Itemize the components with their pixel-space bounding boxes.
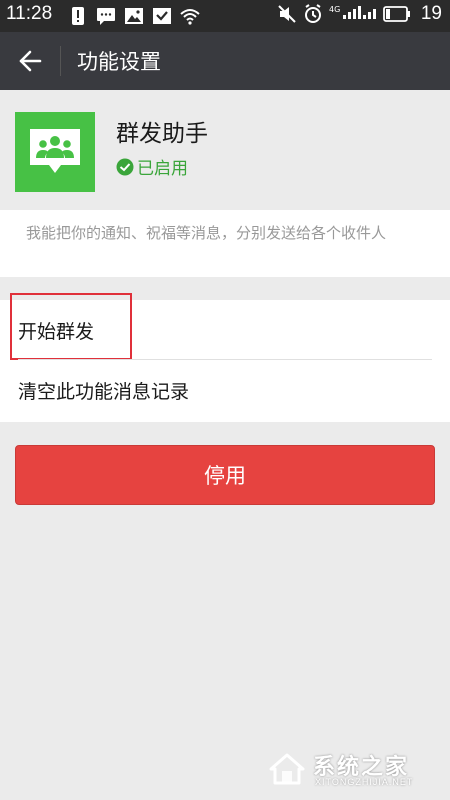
action-menu: 开始群发 清空此功能消息记录 [0, 293, 450, 422]
app-bar: 功能设置 [0, 32, 450, 90]
feature-header: 群发助手 已启用 [0, 90, 450, 210]
disable-button[interactable]: 停用 [15, 445, 435, 505]
signal-icon: 4G [329, 5, 376, 19]
highlight-box [10, 293, 132, 360]
check-circle-icon [116, 158, 134, 175]
description-card: 我能把你的通知、祝福等消息，分别发送给各个收件人 [0, 210, 450, 277]
app-icon [15, 112, 95, 192]
disable-button-label: 停用 [204, 464, 246, 488]
battery-level: 19 [420, 3, 442, 24]
notification-icons [68, 6, 200, 26]
menu-item-start-broadcast[interactable]: 开始群发 [0, 293, 450, 360]
system-icons: 4G 19 [277, 3, 442, 25]
battery-icon [382, 6, 410, 22]
page-title: 功能设置 [77, 50, 161, 74]
app-name: 群发助手 [116, 121, 208, 147]
menu-item-label: 清空此功能消息记录 [18, 381, 190, 403]
alert-icon [72, 7, 84, 25]
wifi-icon [180, 9, 200, 25]
message-icon [97, 8, 115, 25]
status-bar: 11:28 4G 19 [0, 0, 450, 32]
feature-description: 我能把你的通知、祝福等消息，分别发送给各个收件人 [26, 224, 387, 242]
back-button[interactable] [12, 44, 48, 78]
group-chat-icon [30, 129, 80, 173]
status-time: 11:28 [6, 3, 53, 24]
mute-icon [278, 5, 296, 23]
status-badge: 已启用 [116, 154, 188, 179]
arrow-left-icon [19, 50, 42, 72]
watermark: 系统之家 XITONGZHIJIA.NET [267, 747, 442, 792]
image-icon [125, 8, 143, 24]
mail-check-icon [153, 8, 171, 24]
appbar-divider [60, 46, 61, 76]
status-text: 已启用 [137, 159, 188, 179]
watermark-subtitle: XITONGZHIJIA.NET [315, 777, 414, 787]
menu-item-clear-history[interactable]: 清空此功能消息记录 [0, 360, 450, 420]
house-logo-icon [269, 753, 305, 785]
alarm-icon [304, 4, 321, 23]
network-label: 4G [329, 5, 340, 14]
